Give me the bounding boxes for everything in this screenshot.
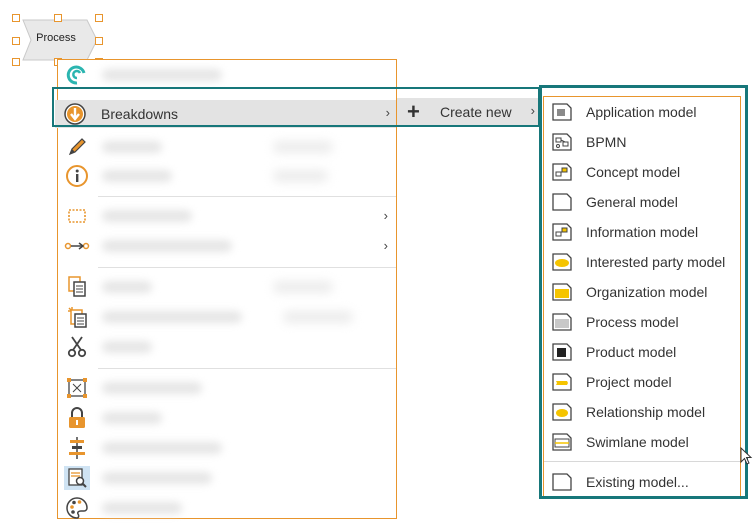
menu-item-find[interactable] [58,463,396,493]
selection-handle[interactable] [12,37,20,45]
menu-item-spiral[interactable] [58,60,396,90]
paste-icon [64,305,90,329]
scissors-icon [64,335,90,359]
process-shape[interactable]: Process [17,18,99,62]
spiral-icon [64,63,90,87]
menu-item-text-blurred [102,382,202,394]
pencil-icon [64,135,90,159]
menu-item-align[interactable] [58,433,396,463]
selection-handle[interactable] [12,14,20,22]
context-menu: › › [57,59,397,519]
menu-item-text-blurred [102,69,222,81]
menu-item-text-blurred [102,341,152,353]
submenu-highlight-outline [539,85,748,499]
menu-item-text-blurred [102,412,162,424]
selection-handle[interactable] [12,58,20,66]
menu-separator [98,267,396,268]
menu-item-resize[interactable] [58,373,396,403]
menu-item-text-blurred [102,210,192,222]
chevron-right-icon: › [383,238,388,253]
menu-item-text-blurred [102,240,232,252]
menu-separator [98,368,396,369]
menu-item-info[interactable] [58,161,396,191]
mouse-cursor-icon [740,446,754,472]
palette-icon [64,496,90,520]
resize-icon [64,376,90,400]
menu-item-text-blurred [102,281,152,293]
connector-icon [64,234,90,258]
menu-item-text-blurred [102,502,182,514]
selection-handle[interactable] [95,37,103,45]
menu-item-text-blurred [102,141,162,153]
menu-item-edit[interactable] [58,132,396,162]
breakdowns-highlight-outline [52,87,540,127]
menu-item-shortcut-blurred [273,281,333,293]
menu-item-paste[interactable] [58,302,396,332]
process-shape-label: Process [36,32,76,44]
menu-item-text-blurred [102,311,242,323]
menu-item-text-blurred [102,472,212,484]
menu-item-connector[interactable]: › [58,231,396,261]
menu-item-copy[interactable] [58,272,396,302]
menu-separator [98,196,396,197]
menu-item-lock[interactable] [58,403,396,433]
lock-icon [64,406,90,430]
info-icon [64,164,90,188]
menu-item-shortcut-blurred [273,170,328,182]
menu-item-cut[interactable] [58,332,396,362]
menu-item-text-blurred [102,442,222,454]
menu-item-shortcut-blurred [283,311,353,323]
align-icon [64,436,90,460]
selection-handle[interactable] [54,14,62,22]
chevron-right-icon: › [383,208,388,223]
copy-icon [64,275,90,299]
menu-item-shortcut-blurred [273,141,333,153]
select-frame-icon [64,204,90,228]
selection-handle[interactable] [95,14,103,22]
menu-item-text-blurred [102,170,172,182]
menu-item-select-frame[interactable]: › [58,201,396,231]
find-in-document-icon [64,466,90,490]
